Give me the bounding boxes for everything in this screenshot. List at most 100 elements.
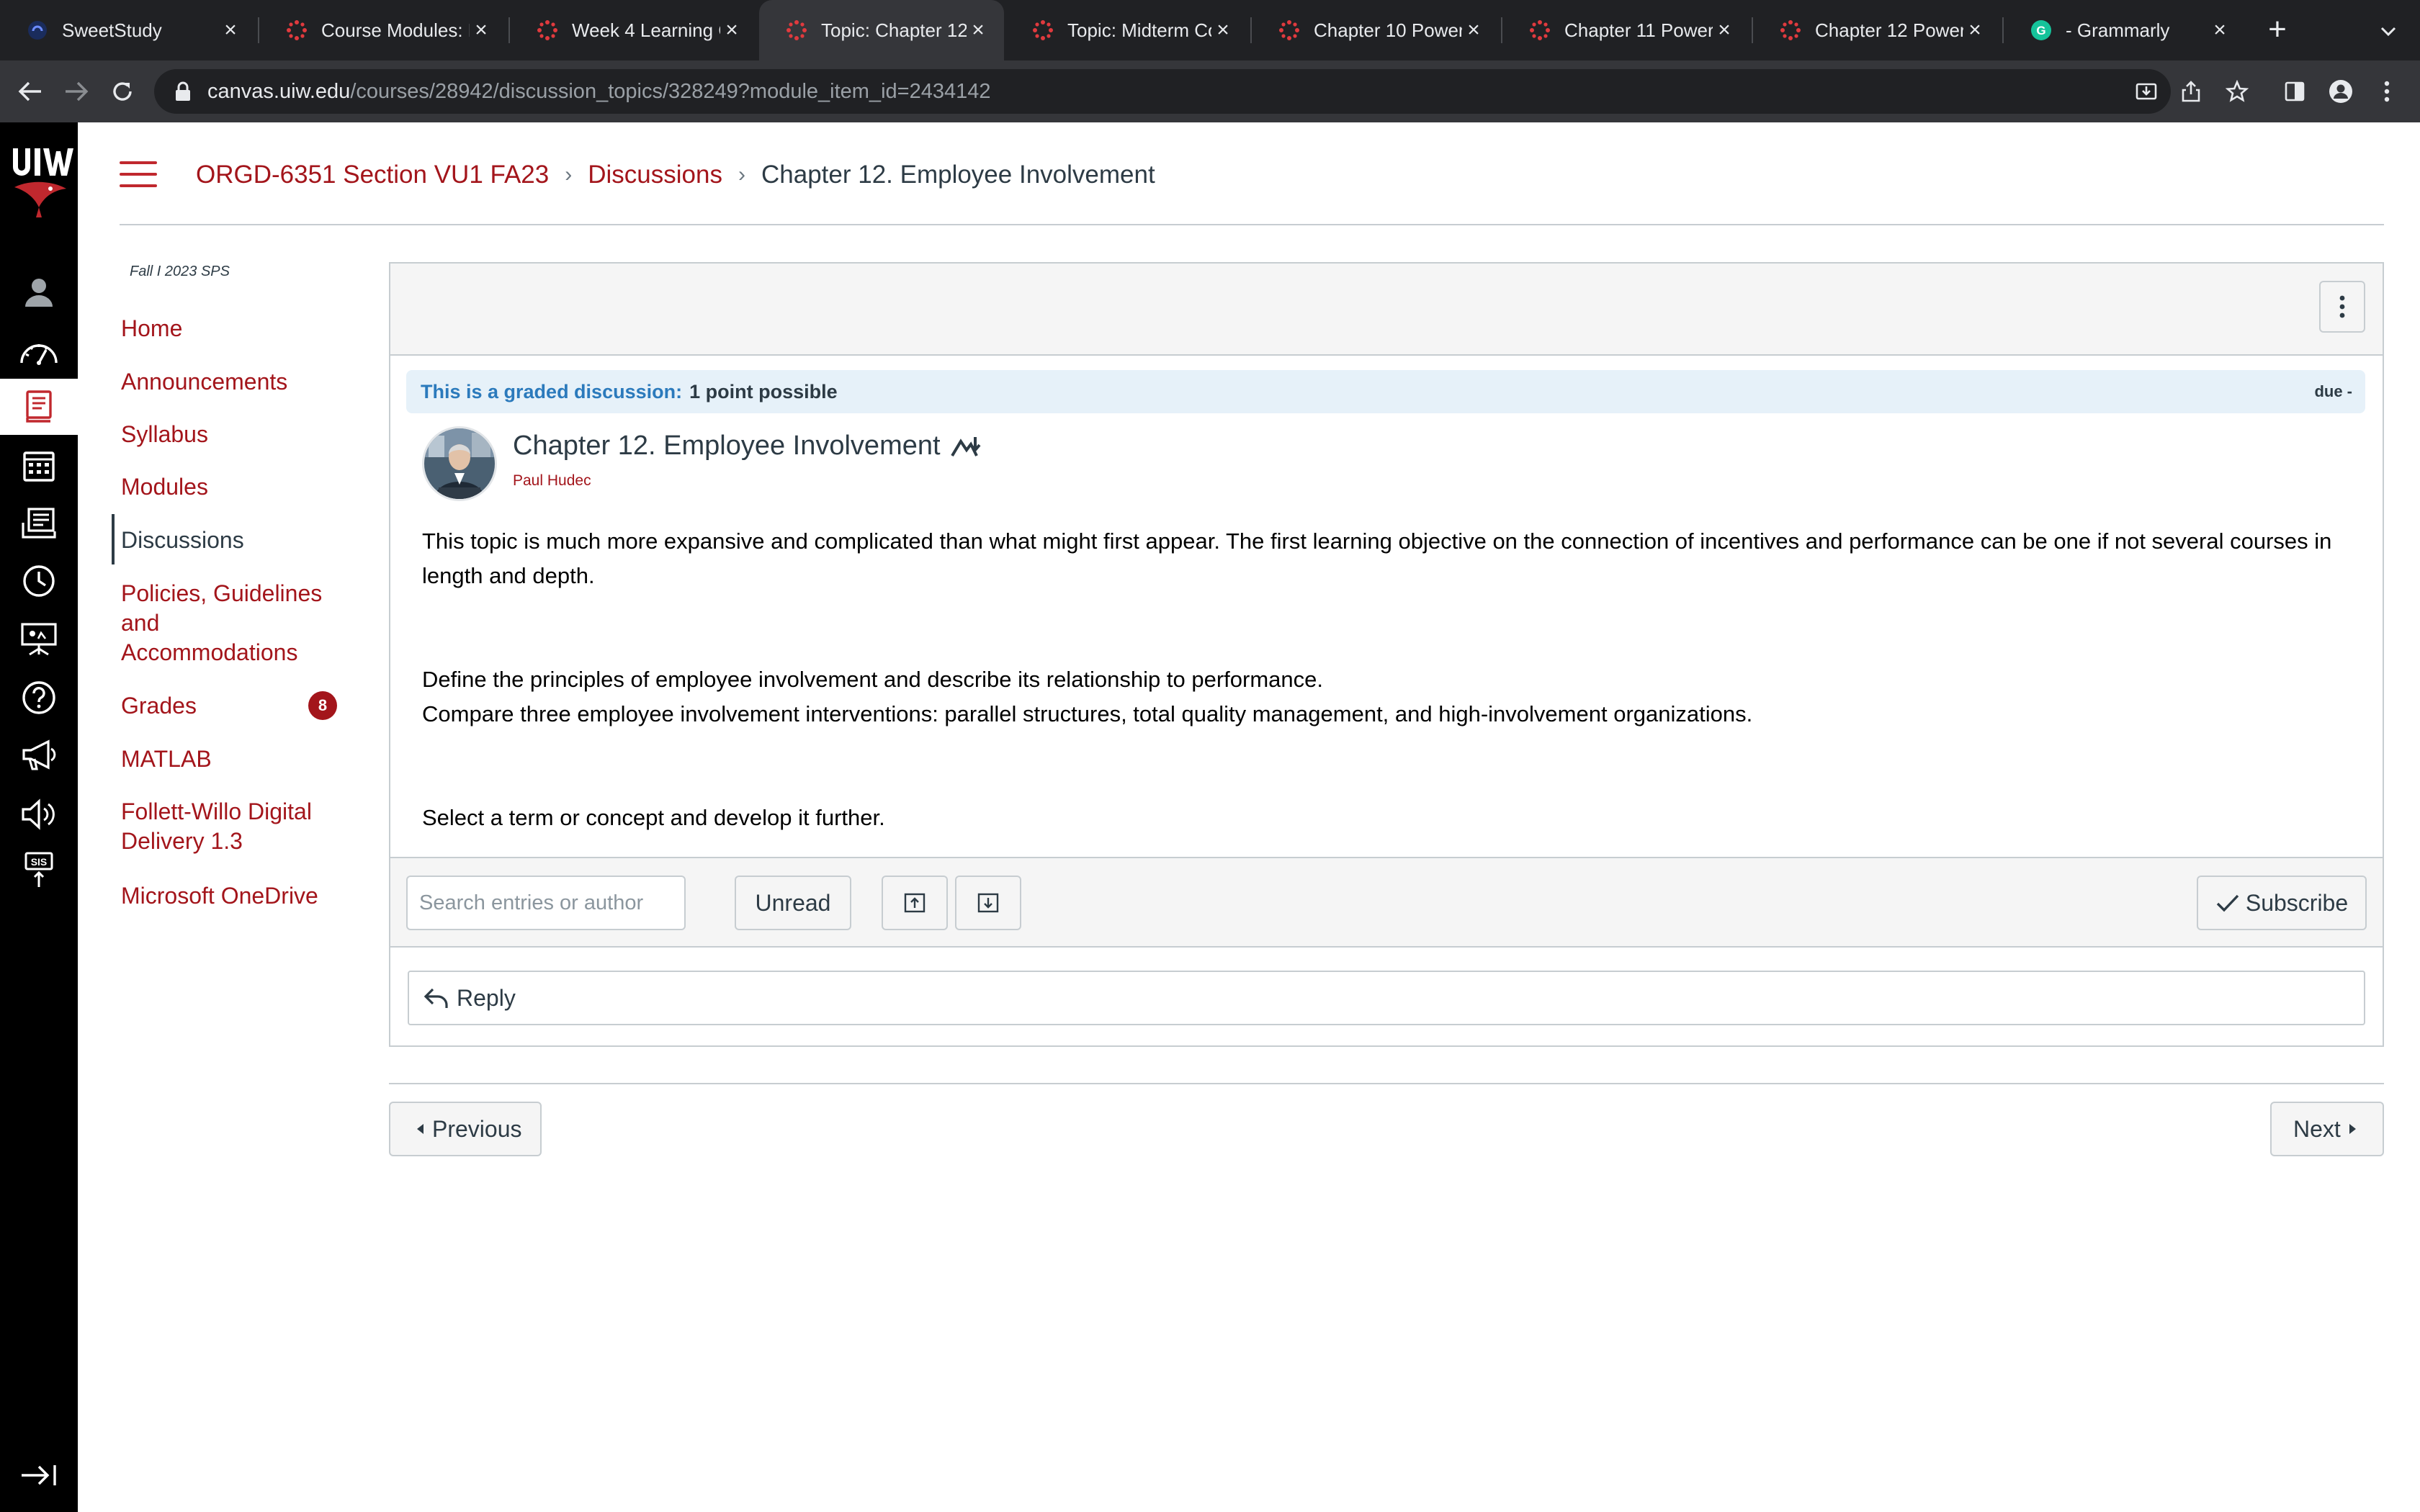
- course-term: Fall I 2023 SPS: [130, 264, 230, 279]
- discussion-body-paragraph: Select a term or concept and develop it …: [422, 805, 885, 830]
- search-entries-input[interactable]: [406, 876, 686, 930]
- browser-tab-chapter12-ppt[interactable]: Chapter 12 Powerp ×: [1753, 0, 2001, 60]
- close-icon[interactable]: ×: [1963, 18, 1986, 42]
- author-name-link[interactable]: Paul Hudec: [513, 472, 591, 490]
- url-text: canvas.uiw.edu/courses/28942/discussion_…: [207, 79, 991, 103]
- tab-search-chevron-icon[interactable]: [2371, 14, 2406, 46]
- calendar-icon: [23, 451, 55, 482]
- breadcrumb-chevron-icon: ›: [565, 163, 573, 186]
- discussion-title: Chapter 12. Employee Involvement: [513, 431, 982, 462]
- browser-tab-sweetstudy[interactable]: SweetStudy ×: [0, 0, 256, 60]
- course-nav-grades[interactable]: Grades: [121, 691, 197, 721]
- points-possible: 1 point possible: [689, 380, 838, 402]
- bookmark-star-icon[interactable]: [2221, 76, 2253, 107]
- reload-icon[interactable]: [104, 73, 141, 110]
- nav-media[interactable]: [0, 786, 78, 842]
- inbox-icon: [22, 508, 56, 539]
- previous-label: Previous: [432, 1115, 522, 1142]
- close-icon[interactable]: ×: [470, 18, 493, 42]
- graded-label: This is a graded discussion:: [421, 380, 683, 402]
- sort-down-icon: [977, 893, 999, 913]
- course-nav-policies[interactable]: Policies, Guidelines and Accommodations: [121, 579, 337, 667]
- discussion-body-paragraph: Compare three employee involvement inter…: [422, 701, 1753, 726]
- breadcrumb: ORGD-6351 Section VU1 FA23 › Discussions…: [196, 157, 1155, 193]
- course-nav-home[interactable]: Home: [121, 314, 182, 343]
- course-nav-modules[interactable]: Modules: [121, 472, 208, 502]
- new-tab-plus-icon[interactable]: +: [2260, 13, 2295, 48]
- browser-tab-week4[interactable]: Week 4 Learning O ×: [510, 0, 758, 60]
- course-nav-onedrive[interactable]: Microsoft OneDrive: [121, 881, 318, 911]
- author-avatar[interactable]: [422, 426, 497, 501]
- uiw-canvas-icon: [285, 19, 308, 42]
- breadcrumb-discussions-link[interactable]: Discussions: [588, 161, 722, 189]
- tab-label: - Grammarly: [2066, 19, 2170, 41]
- svg-text:G: G: [2036, 24, 2045, 37]
- nav-courses-active[interactable]: [0, 379, 78, 435]
- lock-icon[interactable]: [174, 81, 192, 102]
- uiw-canvas-icon: [1528, 19, 1551, 42]
- graded-discussion-banner: This is a graded discussion: 1 point pos…: [406, 370, 2365, 413]
- forward-arrow-icon[interactable]: [58, 73, 95, 110]
- nav-inbox[interactable]: [0, 495, 78, 552]
- global-navigation: SIS: [0, 122, 78, 1512]
- browser-menu-kebab-icon[interactable]: [2371, 76, 2403, 107]
- nav-announcements[interactable]: [0, 727, 78, 783]
- discussion-body-paragraph: Define the principles of employee involv…: [422, 667, 1324, 692]
- close-icon[interactable]: ×: [720, 18, 743, 42]
- course-nav-syllabus[interactable]: Syllabus: [121, 420, 208, 449]
- nav-calendar[interactable]: [0, 438, 78, 494]
- kebab-menu-icon: [2339, 295, 2345, 318]
- unread-filter-button[interactable]: Unread: [735, 876, 851, 930]
- active-nav-indicator: [112, 514, 115, 564]
- close-icon[interactable]: ×: [1462, 18, 1485, 42]
- breadcrumb-course-link[interactable]: ORGD-6351 Section VU1 FA23: [196, 161, 549, 189]
- nav-studio[interactable]: [0, 611, 78, 667]
- close-icon[interactable]: ×: [1211, 18, 1234, 42]
- course-nav-follett[interactable]: Follett-Willo Digital Delivery 1.3: [121, 797, 351, 856]
- close-icon[interactable]: ×: [1713, 18, 1736, 42]
- browser-tab-chapter10[interactable]: Chapter 10 Powerp ×: [1252, 0, 1500, 60]
- reply-button[interactable]: Reply: [408, 971, 2365, 1025]
- mountain-arrow-icon: [950, 436, 981, 456]
- next-button[interactable]: Next: [2270, 1102, 2384, 1156]
- uiw-canvas-icon: [1031, 19, 1054, 42]
- browser-tab-chapter12-active[interactable]: Topic: Chapter 12. ×: [759, 0, 1004, 60]
- install-app-icon[interactable]: [2130, 76, 2162, 107]
- close-icon[interactable]: ×: [967, 18, 990, 42]
- nav-history[interactable]: [0, 553, 78, 609]
- browser-tab-course-modules[interactable]: Course Modules: L ×: [259, 0, 507, 60]
- course-nav-discussions[interactable]: Discussions: [121, 526, 244, 555]
- profile-avatar-icon[interactable]: [2325, 76, 2357, 107]
- browser-tab-grammarly[interactable]: G - Grammarly ×: [2004, 0, 2246, 60]
- address-bar[interactable]: canvas.uiw.edu/courses/28942/discussion_…: [154, 69, 2171, 114]
- close-icon[interactable]: ×: [219, 18, 242, 42]
- browser-tab-chapter11[interactable]: Chapter 11 Powerp ×: [1502, 0, 1750, 60]
- side-panel-icon[interactable]: [2279, 76, 2311, 107]
- sort-ascending-button[interactable]: [882, 876, 948, 930]
- tab-label: Week 4 Learning O: [572, 19, 720, 41]
- grammarly-icon: G: [2030, 19, 2053, 42]
- course-nav-announcements[interactable]: Announcements: [121, 367, 287, 397]
- close-icon[interactable]: ×: [2208, 18, 2231, 42]
- back-arrow-icon[interactable]: [12, 73, 49, 110]
- nav-help[interactable]: [0, 670, 78, 726]
- collapse-nav-button[interactable]: [0, 1453, 78, 1498]
- nav-sis[interactable]: SIS: [0, 842, 78, 899]
- nav-dashboard[interactable]: [0, 323, 78, 379]
- tab-label: Chapter 12 Powerp: [1815, 19, 1963, 41]
- course-nav-matlab[interactable]: MATLAB: [121, 744, 212, 774]
- browser-tab-midterm[interactable]: Topic: Midterm Co ×: [1005, 0, 1249, 60]
- nav-account[interactable]: [0, 264, 78, 320]
- previous-button[interactable]: Previous: [389, 1102, 542, 1156]
- share-icon[interactable]: [2175, 76, 2207, 107]
- dashboard-icon: [20, 344, 58, 365]
- tab-label: SweetStudy: [62, 19, 162, 41]
- uiw-logo[interactable]: [0, 143, 78, 229]
- course-menu-hamburger-icon[interactable]: [120, 160, 157, 189]
- subscribe-button[interactable]: Subscribe: [2197, 876, 2367, 930]
- sort-descending-button[interactable]: [955, 876, 1021, 930]
- discussion-options-button[interactable]: [2319, 281, 2365, 333]
- help-question-icon: [22, 681, 55, 714]
- tab-label: Topic: Midterm Co: [1067, 19, 1211, 41]
- reply-label: Reply: [457, 984, 516, 1011]
